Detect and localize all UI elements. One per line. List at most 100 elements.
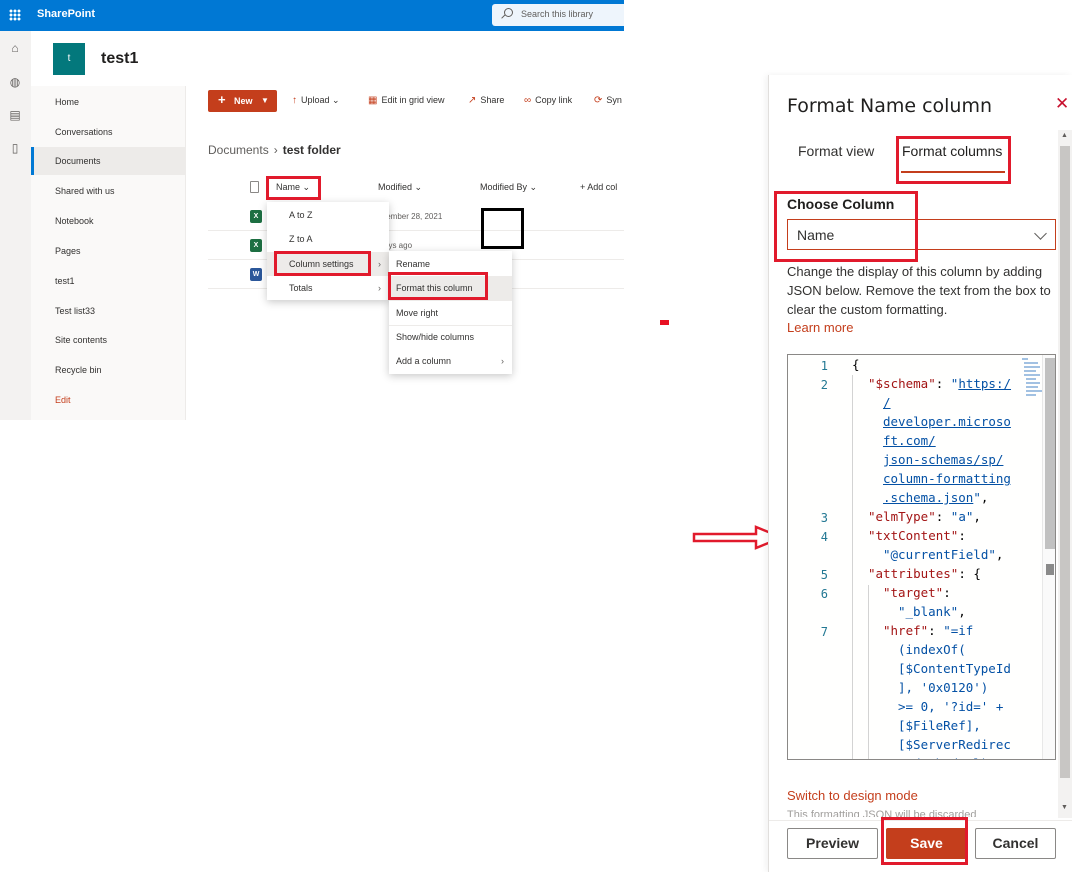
- share-icon: ↗: [468, 95, 477, 106]
- sharepoint-screenshot: SharePoint Search this library ⌂ ◍ ▤ ▯ t…: [0, 0, 624, 420]
- column-settings-submenu: Rename Format this column Move right Sho…: [389, 251, 512, 374]
- scroll-down-icon[interactable]: ▼: [1061, 804, 1068, 811]
- code-line: "txtContent":: [868, 528, 966, 543]
- learn-more-link[interactable]: Learn more: [787, 320, 853, 335]
- nav-item-recycle-bin[interactable]: Recycle bin: [31, 356, 186, 384]
- indent-guide: [868, 585, 869, 759]
- code-line: [$ServerRedirec: [898, 737, 1011, 752]
- edit-grid-label: Edit in grid view: [381, 95, 445, 105]
- menu-item-add-a-column[interactable]: Add a column ›: [389, 349, 512, 373]
- code-line: "elmType": "a",: [868, 509, 981, 524]
- site-logo[interactable]: t: [53, 43, 85, 75]
- annotation-highlight-choose-column: [774, 191, 918, 262]
- upload-button[interactable]: ↑ Upload ⌄: [292, 95, 340, 106]
- chevron-right-icon: ›: [378, 259, 381, 269]
- breadcrumb-root[interactable]: Documents: [208, 143, 269, 157]
- home-icon[interactable]: ⌂: [8, 41, 22, 55]
- suite-bar: SharePoint Search this library: [0, 0, 624, 31]
- menu-item-totals[interactable]: Totals ›: [267, 276, 389, 300]
- command-bar: + New ▼ ↑ Upload ⌄ ▦ Edit in grid view ↗ Sh…: [208, 90, 624, 112]
- sync-label: Syn: [606, 95, 622, 105]
- code-line: >= 0, '?id=' +: [898, 699, 1004, 714]
- code-line: .schema.json",: [883, 490, 989, 505]
- left-navigation: Home Conversations Documents Shared with…: [31, 86, 186, 420]
- menu-item-move-right[interactable]: Move right: [389, 301, 512, 325]
- code-line: ], '0x0120'): [898, 680, 989, 695]
- line-number: 2: [820, 378, 828, 392]
- search-box[interactable]: Search this library: [492, 4, 624, 26]
- annotation-red-mark: [660, 320, 669, 325]
- cancel-button[interactable]: Cancel: [975, 828, 1056, 859]
- preview-button[interactable]: Preview: [787, 828, 878, 859]
- add-column-header[interactable]: + Add col: [580, 182, 617, 192]
- copy-link-button[interactable]: ∞ Copy link: [524, 95, 572, 106]
- close-icon[interactable]: ✕: [1055, 95, 1069, 112]
- nav-item-notebook[interactable]: Notebook: [31, 207, 186, 235]
- format-column-panel: Format Name column ✕ Format view Format …: [768, 75, 1072, 872]
- line-number: 5: [820, 568, 828, 582]
- code-line: "$schema": "https:/: [868, 376, 1012, 391]
- site-title[interactable]: test1: [101, 50, 138, 68]
- line-number: 1: [820, 359, 828, 373]
- code-line: "href": "=if: [883, 623, 974, 638]
- code-line: column-formatting: [883, 471, 1011, 486]
- copy-link-label: Copy link: [535, 95, 573, 105]
- panel-scroll-thumb[interactable]: [1060, 146, 1070, 778]
- nav-item-conversations[interactable]: Conversations: [31, 118, 186, 146]
- switch-to-design-mode-link[interactable]: Switch to design mode: [787, 788, 918, 803]
- app-launcher-icon[interactable]: [9, 9, 21, 21]
- news-icon[interactable]: ▤: [8, 108, 22, 122]
- code-line: [$ContentTypeId: [898, 661, 1011, 676]
- globe-icon[interactable]: ◍: [8, 75, 22, 89]
- code-line: /: [883, 395, 891, 410]
- sync-button[interactable]: ⟳ Syn: [594, 95, 622, 106]
- nav-edit-link[interactable]: Edit: [31, 386, 186, 414]
- share-button[interactable]: ↗ Share: [468, 95, 504, 106]
- line-number: 4: [820, 530, 828, 544]
- help-text: Change the display of this column by add…: [787, 264, 1051, 317]
- annotation-highlight-format-this-column: [388, 272, 488, 300]
- scroll-up-icon[interactable]: ▲: [1061, 132, 1068, 139]
- nav-item-test1[interactable]: test1: [31, 267, 186, 295]
- menu-item-show-hide-columns[interactable]: Show/hide columns: [389, 325, 512, 349]
- annotation-highlight-format-columns-tab: [896, 136, 1011, 184]
- menu-item-z-to-a[interactable]: Z to A: [267, 227, 389, 251]
- panel-scrollbar[interactable]: ▲ ▼: [1058, 130, 1072, 818]
- edit-grid-button[interactable]: ▦ Edit in grid view: [368, 95, 444, 106]
- annotation-highlight-column-settings: [274, 251, 371, 276]
- tab-format-view[interactable]: Format view: [798, 143, 874, 159]
- clipped-note-text: This formatting JSON will be discarded: [787, 809, 977, 817]
- brand-title[interactable]: SharePoint: [37, 8, 95, 20]
- excel-file-icon: X: [250, 210, 262, 223]
- plus-icon: +: [218, 92, 226, 107]
- nav-item-test-list33[interactable]: Test list33: [31, 297, 186, 325]
- breadcrumb-current: test folder: [282, 143, 341, 157]
- nav-item-home[interactable]: Home: [31, 88, 186, 116]
- nav-item-pages[interactable]: Pages: [31, 237, 186, 265]
- menu-item-a-to-z[interactable]: A to Z: [267, 203, 389, 227]
- editor-scroll-thumb[interactable]: [1045, 358, 1055, 549]
- document-icon[interactable]: ▯: [8, 141, 22, 155]
- upload-icon: ↑: [292, 95, 297, 106]
- editor-scrollbar[interactable]: [1042, 355, 1055, 759]
- app-rail: ⌂ ◍ ▤ ▯: [0, 31, 31, 420]
- nav-item-shared-with-us[interactable]: Shared with us: [31, 177, 186, 205]
- nav-item-site-contents[interactable]: Site contents: [31, 326, 186, 354]
- column-header-modified-by[interactable]: Modified By ⌄: [480, 182, 537, 193]
- code-line: json-schemas/sp/: [883, 452, 1004, 467]
- grid-icon: ▦: [368, 95, 378, 106]
- code-line: (indexOf(: [898, 642, 966, 657]
- editor-scroll-marker: [1046, 564, 1054, 575]
- json-code-editor[interactable]: 1 2 3 4 5 6 7 { "$schema": "https:/ / de…: [787, 354, 1056, 760]
- search-icon: [504, 8, 513, 17]
- nav-item-documents[interactable]: Documents: [31, 147, 186, 175]
- annotation-highlight-name-header: [266, 176, 321, 200]
- code-line: ft.com/: [883, 433, 936, 448]
- annotation-black-box: [481, 208, 524, 249]
- link-icon: ∞: [524, 95, 532, 106]
- new-button[interactable]: + New ▼: [208, 90, 277, 112]
- column-header-modified[interactable]: Modified ⌄: [378, 182, 422, 193]
- excel-file-icon: X: [250, 239, 262, 252]
- chevron-down-icon: ▼: [261, 96, 269, 105]
- chevron-right-icon: ›: [378, 283, 381, 293]
